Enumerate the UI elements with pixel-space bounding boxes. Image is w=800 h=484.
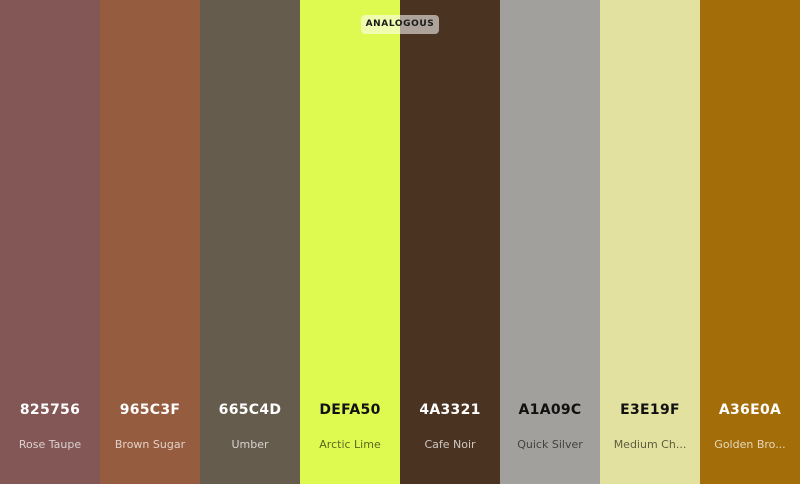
swatch-quick-silver[interactable]: A1A09C Quick Silver — [500, 0, 600, 484]
color-palette: 825756 Rose Taupe 965C3F Brown Sugar 665… — [0, 0, 800, 484]
swatch-umber[interactable]: 665C4D Umber — [200, 0, 300, 484]
swatch-hex[interactable]: 825756 — [0, 402, 100, 418]
palette-type-badge: ANALOGOUS — [361, 15, 439, 34]
swatch-name: Quick Silver — [517, 438, 583, 451]
swatch-name: Medium Ch... — [613, 438, 687, 451]
swatch-medium-champagne[interactable]: E3E19F Medium Ch... — [600, 0, 700, 484]
swatch-cafe-noir[interactable]: 4A3321 Cafe Noir — [400, 0, 500, 484]
swatch-arctic-lime[interactable]: DEFA50 Arctic Lime — [300, 0, 400, 484]
swatch-name: Arctic Lime — [319, 438, 381, 451]
swatch-rose-taupe[interactable]: 825756 Rose Taupe — [0, 0, 100, 484]
swatch-name: Brown Sugar — [114, 438, 186, 451]
swatch-brown-sugar[interactable]: 965C3F Brown Sugar — [100, 0, 200, 484]
swatch-golden-brown[interactable]: A36E0A Golden Bro... — [700, 0, 800, 484]
swatch-hex[interactable]: 665C4D — [200, 402, 300, 418]
swatch-hex[interactable]: E3E19F — [600, 402, 700, 418]
swatch-hex[interactable]: 4A3321 — [400, 402, 500, 418]
swatch-name: Cafe Noir — [424, 438, 476, 451]
swatch-hex[interactable]: 965C3F — [100, 402, 200, 418]
swatch-name: Golden Bro... — [714, 438, 786, 451]
swatch-hex[interactable]: A1A09C — [500, 402, 600, 418]
swatch-hex[interactable]: A36E0A — [700, 402, 800, 418]
swatch-name: Umber — [231, 438, 269, 451]
swatch-hex[interactable]: DEFA50 — [300, 402, 400, 418]
swatch-name: Rose Taupe — [18, 438, 82, 451]
